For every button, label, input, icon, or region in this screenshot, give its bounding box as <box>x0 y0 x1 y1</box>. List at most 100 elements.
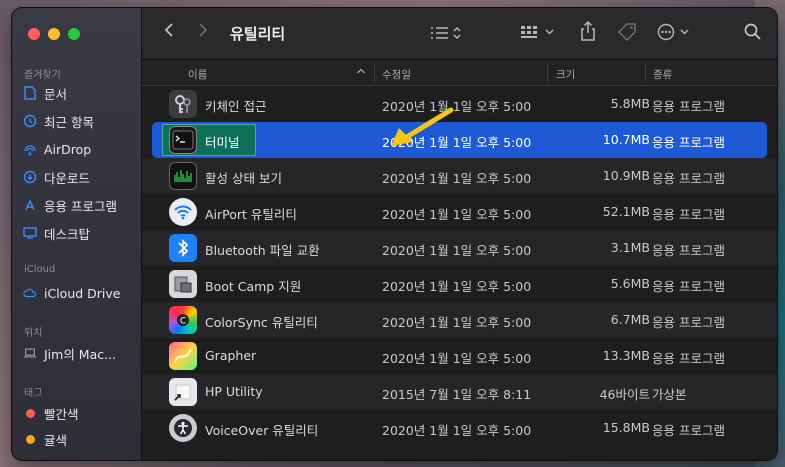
file-date: 2020년 1월 1일 오후 5:00 <box>382 351 532 366</box>
document-icon <box>23 86 37 100</box>
table-row[interactable]: AirPort 유틸리티 2020년 1월 1일 오후 5:00 52.1MB … <box>142 194 777 230</box>
view-options-button[interactable] <box>430 25 464 41</box>
file-kind: 응용 프로그램 <box>652 135 725 150</box>
table-row[interactable]: 활성 상태 보기 2020년 1월 1일 오후 5:00 10.9MB 응용 프… <box>142 158 777 194</box>
sidebar-item-label: 귤색 <box>44 432 68 448</box>
column-size-header[interactable]: 크기 <box>556 67 575 82</box>
sidebar-item-label: Jim의 Mac... <box>44 346 117 362</box>
file-name: ColorSync 유틸리티 <box>205 315 318 330</box>
locations-section-label: 위치 <box>24 328 43 339</box>
back-button[interactable] <box>164 22 174 38</box>
table-row-selected[interactable]: 터미널 2020년 1월 1일 오후 5:00 10.7MB 응용 프로그램 <box>152 122 767 158</box>
sidebar-item-label: AirDrop <box>44 141 92 157</box>
main-pane: 유틸리티 이름 수정일 크기 종류 키체인 접근 2020년 1월 1일 오후 … <box>142 8 777 460</box>
minimize-button[interactable] <box>48 28 60 40</box>
close-button[interactable] <box>28 28 40 40</box>
download-icon <box>23 170 37 184</box>
table-row[interactable]: Boot Camp 지원 2020년 1월 1일 오후 5:00 5.6MB 응… <box>142 266 777 302</box>
file-size: 15.8MB <box>602 420 650 435</box>
table-row[interactable]: Bluetooth 파일 교환 2020년 1월 1일 오후 5:00 3.1M… <box>142 230 777 266</box>
column-date-header[interactable]: 수정일 <box>382 67 411 82</box>
sidebar-item-mac[interactable]: Jim의 Mac... <box>23 342 116 364</box>
file-kind: 응용 프로그램 <box>652 279 725 294</box>
icloud-section-label: iCloud <box>24 264 56 275</box>
terminal-icon <box>169 126 197 154</box>
sidebar-item-label: 문서 <box>44 86 68 102</box>
table-row[interactable]: HP Utility 2015년 7월 1일 오후 8:11 46바이트 가상본 <box>142 374 777 410</box>
forward-button[interactable] <box>198 22 208 38</box>
window-title: 유틸리티 <box>230 25 286 43</box>
file-size: 6.7MB <box>610 312 650 327</box>
desktop-icon <box>23 226 37 240</box>
action-button[interactable] <box>657 23 693 41</box>
file-kind: 응용 프로그램 <box>652 99 725 114</box>
file-size: 13.3MB <box>602 348 650 363</box>
share-icon <box>581 21 595 41</box>
svg-text:C: C <box>180 317 186 327</box>
chevron-right-icon <box>199 23 208 37</box>
column-name-header[interactable]: 이름 <box>188 67 207 82</box>
sidebar-item-documents[interactable]: 문서 <box>23 82 67 104</box>
file-size: 52.1MB <box>602 204 650 219</box>
tag-dot-icon <box>23 406 37 420</box>
favorites-section-label: 즐겨찾기 <box>24 70 61 81</box>
file-size: 46바이트 <box>599 387 650 402</box>
zoom-button[interactable] <box>68 28 80 40</box>
voiceover-icon <box>169 414 197 442</box>
column-divider[interactable] <box>547 64 548 82</box>
column-header: 이름 수정일 크기 종류 <box>142 60 777 86</box>
file-kind: 응용 프로그램 <box>652 423 725 438</box>
sidebar-item-label: 최근 항목 <box>44 114 94 130</box>
sidebar-item-label: 다운로드 <box>44 170 91 186</box>
search-button[interactable] <box>744 23 762 41</box>
sidebar-item-recents[interactable]: 최근 항목 <box>23 110 94 132</box>
file-size: 10.7MB <box>602 132 650 147</box>
tag-button[interactable] <box>616 22 638 42</box>
file-name: Grapher <box>205 348 257 363</box>
table-row[interactable]: Grapher 2020년 1월 1일 오후 5:00 13.3MB 응용 프로… <box>142 338 777 374</box>
file-kind: 가상본 <box>652 387 687 402</box>
sidebar: 즐겨찾기 문서 최근 항목 AirDrop 다운로드 응용 프로그램 데스크탑 … <box>12 8 142 460</box>
sidebar-item-label: 데스크탑 <box>44 226 91 242</box>
apps-icon <box>23 198 37 212</box>
sidebar-item-applications[interactable]: 응용 프로그램 <box>23 194 117 216</box>
table-row[interactable]: VoiceOver 유틸리티 2020년 1월 1일 오후 5:00 15.8M… <box>142 410 777 446</box>
finder-window: 즐겨찾기 문서 최근 항목 AirDrop 다운로드 응용 프로그램 데스크탑 … <box>12 8 777 460</box>
file-date: 2020년 1월 1일 오후 5:00 <box>382 423 532 438</box>
file-name: 키체인 접근 <box>205 99 267 114</box>
sidebar-item-desktop[interactable]: 데스크탑 <box>23 222 90 244</box>
file-name: 활성 상태 보기 <box>205 171 282 186</box>
sidebar-item-label: iCloud Drive <box>44 285 121 301</box>
cloud-icon <box>23 286 37 300</box>
bluetooth-icon <box>169 234 197 262</box>
column-kind-header[interactable]: 종류 <box>653 67 672 82</box>
file-date: 2015년 7월 1일 오후 8:11 <box>382 387 532 402</box>
file-size: 5.8MB <box>610 96 650 111</box>
sidebar-item-airdrop[interactable]: AirDrop <box>23 138 91 160</box>
colorsync-icon: C <box>169 306 197 334</box>
airdrop-icon <box>23 142 37 156</box>
group-button[interactable] <box>520 24 556 40</box>
table-row[interactable]: 키체인 접근 2020년 1월 1일 오후 5:00 5.8MB 응용 프로그램 <box>142 86 777 122</box>
grapher-icon <box>169 342 197 370</box>
share-button[interactable] <box>580 21 596 41</box>
table-row[interactable]: C ColorSync 유틸리티 2020년 1월 1일 오후 5:00 6.7… <box>142 302 777 338</box>
activity-monitor-icon <box>169 162 197 190</box>
column-divider[interactable] <box>645 64 646 82</box>
bootcamp-icon <box>169 270 197 298</box>
column-divider[interactable] <box>374 64 375 82</box>
grid-icon <box>521 26 554 38</box>
window-controls <box>28 28 80 40</box>
search-icon <box>744 23 761 40</box>
sidebar-item-tag-red[interactable]: 빨간색 <box>23 402 79 424</box>
clock-icon <box>23 114 37 128</box>
sidebar-item-label: 응용 프로그램 <box>44 198 117 214</box>
wifi-icon <box>169 198 197 226</box>
file-name[interactable]: 터미널 <box>205 132 240 151</box>
file-kind: 응용 프로그램 <box>652 315 725 330</box>
file-size: 5.6MB <box>610 276 650 291</box>
sidebar-item-icloud-drive[interactable]: iCloud Drive <box>23 282 120 304</box>
sidebar-item-tag-orange[interactable]: 귤색 <box>23 428 67 450</box>
sidebar-item-downloads[interactable]: 다운로드 <box>23 166 90 188</box>
file-date: 2020년 1월 1일 오후 5:00 <box>382 315 532 330</box>
